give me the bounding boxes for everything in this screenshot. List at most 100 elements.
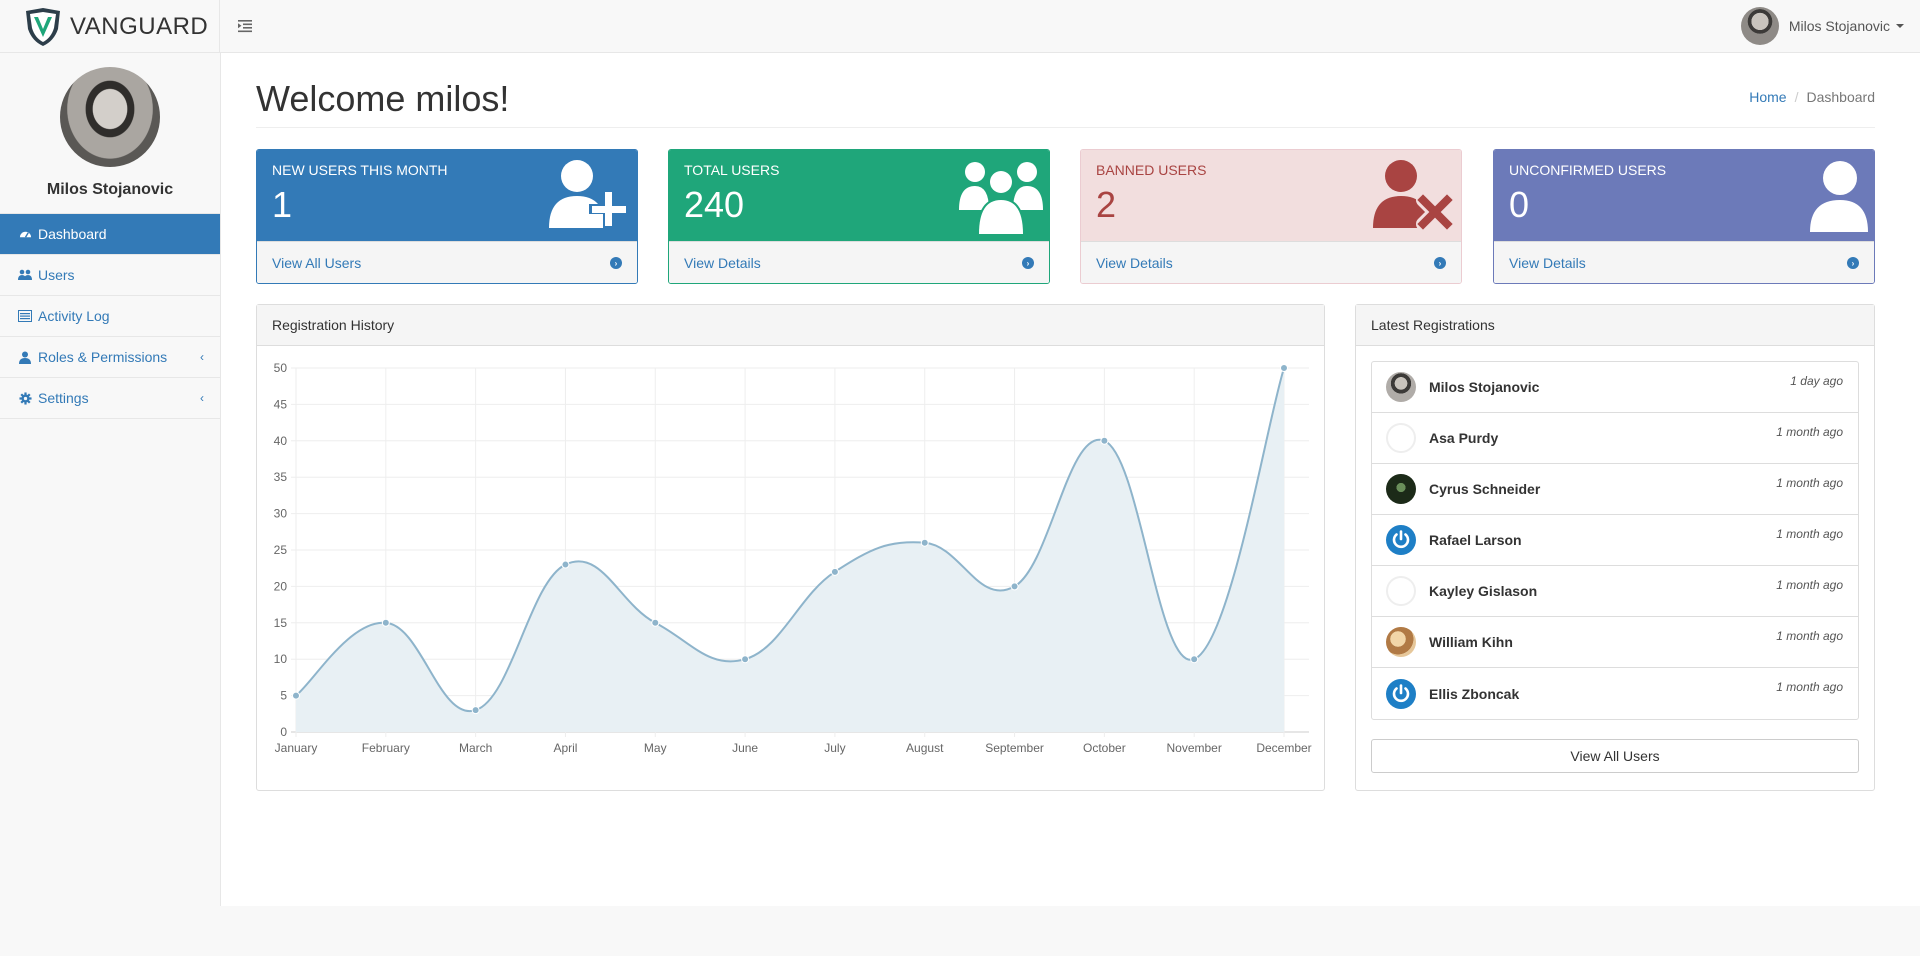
indent-icon[interactable] bbox=[236, 17, 254, 35]
data-point bbox=[1010, 582, 1019, 591]
avatar bbox=[1386, 474, 1416, 504]
list-item[interactable]: Milos Stojanovic 1 day ago bbox=[1372, 362, 1858, 413]
user-menu[interactable]: Milos Stojanovic bbox=[1740, 6, 1904, 46]
x-tick-label: August bbox=[906, 741, 944, 755]
registration-name: William Kihn bbox=[1429, 634, 1513, 650]
brand-name: VANGUARD bbox=[70, 12, 209, 40]
top-navbar: VANGUARD Milos Stojanovic bbox=[0, 0, 1920, 53]
card-link-label: View Details bbox=[1096, 255, 1173, 271]
data-point bbox=[741, 655, 750, 664]
user-icon bbox=[1810, 161, 1868, 232]
y-tick-label: 15 bbox=[274, 616, 288, 630]
sidebar-item-dashboard[interactable]: Dashboard bbox=[0, 214, 220, 255]
data-point bbox=[830, 567, 839, 576]
avatar bbox=[1740, 7, 1779, 45]
x-tick-label: February bbox=[362, 741, 410, 755]
list-item[interactable]: Kayley Gislason 1 month ago bbox=[1372, 566, 1858, 617]
data-point bbox=[1100, 436, 1109, 445]
y-tick-label: 30 bbox=[274, 507, 288, 521]
y-tick-label: 10 bbox=[274, 652, 288, 666]
sidebar-item-users[interactable]: Users bbox=[0, 255, 220, 296]
data-point bbox=[1190, 655, 1199, 664]
brand[interactable]: VANGUARD bbox=[0, 0, 220, 53]
breadcrumb-separator: / bbox=[1794, 89, 1799, 105]
card-link-label: View Details bbox=[1509, 255, 1586, 271]
dashboard-icon bbox=[18, 227, 32, 241]
y-tick-label: 50 bbox=[274, 361, 288, 375]
avatar bbox=[1386, 576, 1416, 606]
card-link-label: View All Users bbox=[272, 255, 362, 271]
y-tick-label: 0 bbox=[280, 725, 287, 739]
card-link-view-details[interactable]: View Details › bbox=[1081, 241, 1461, 283]
data-point bbox=[292, 691, 300, 700]
x-tick-label: December bbox=[1256, 741, 1311, 755]
page-title: Welcome milos! bbox=[256, 78, 510, 119]
y-tick-label: 5 bbox=[280, 689, 287, 703]
latest-registrations-panel: Latest Registrations Milos Stojanovic 1 … bbox=[1355, 304, 1875, 791]
user-menu-name: Milos Stojanovic bbox=[1788, 18, 1890, 34]
sidebar-item-label: Roles & Permissions bbox=[38, 349, 168, 365]
x-tick-label: November bbox=[1167, 741, 1222, 755]
view-all-users-button[interactable]: View All Users bbox=[1371, 739, 1859, 773]
y-tick-label: 20 bbox=[274, 579, 288, 593]
card-banned-users: BANNED USERS 2 View Details › bbox=[1080, 149, 1462, 284]
data-point bbox=[471, 706, 480, 715]
users-group-icon bbox=[959, 162, 1043, 234]
breadcrumb: Home / Dashboard bbox=[1749, 89, 1875, 105]
x-tick-label: January bbox=[275, 741, 318, 755]
caret-down-icon bbox=[1896, 24, 1904, 28]
registration-time: 1 month ago bbox=[1776, 527, 1843, 541]
sidebar-item-settings[interactable]: Settings ‹ bbox=[0, 378, 220, 419]
registration-history-chart: 0 5 10 15 20 25 30 35 40 45 50 January February March… bbox=[274, 361, 1312, 755]
breadcrumb-current: Dashboard bbox=[1806, 89, 1876, 105]
x-tick-label: September bbox=[985, 741, 1044, 755]
list-icon bbox=[18, 309, 32, 323]
y-tick-label: 35 bbox=[274, 470, 288, 484]
avatar bbox=[1386, 423, 1416, 453]
breadcrumb-home-link[interactable]: Home bbox=[1749, 89, 1786, 105]
x-tick-label: July bbox=[824, 741, 845, 755]
arrow-circle-right-icon: › bbox=[610, 257, 622, 269]
data-point bbox=[651, 618, 660, 627]
registration-time: 1 month ago bbox=[1776, 476, 1843, 490]
x-tick-label: June bbox=[732, 741, 758, 755]
y-tick-label: 45 bbox=[274, 397, 288, 411]
list-item[interactable]: Asa Purdy 1 month ago bbox=[1372, 413, 1858, 464]
list-item[interactable]: Cyrus Schneider 1 month ago bbox=[1372, 464, 1858, 515]
registration-history-panel: Registration History 0 5 10 15 20 25 30 35 40 45 5… bbox=[256, 304, 1325, 791]
card-total-users: TOTAL USERS 240 View Details › bbox=[668, 149, 1050, 284]
avatar bbox=[1386, 627, 1416, 657]
gear-icon bbox=[18, 391, 32, 405]
panel-heading: Registration History bbox=[257, 305, 1324, 346]
shield-logo-icon bbox=[26, 7, 60, 46]
registration-name: Milos Stojanovic bbox=[1429, 379, 1540, 395]
chevron-left-icon: ‹ bbox=[200, 350, 204, 364]
registration-name: Rafael Larson bbox=[1429, 532, 1522, 548]
card-link-view-all-users[interactable]: View All Users › bbox=[257, 241, 637, 283]
sidebar-item-label: Activity Log bbox=[38, 308, 110, 324]
card-unconfirmed-users: UNCONFIRMED USERS 0 View Details › bbox=[1493, 149, 1875, 284]
card-link-view-details[interactable]: View Details › bbox=[669, 241, 1049, 283]
title-divider bbox=[256, 127, 1875, 128]
registration-time: 1 month ago bbox=[1776, 629, 1843, 643]
user-banned-icon bbox=[1373, 160, 1454, 231]
profile-avatar[interactable] bbox=[60, 67, 160, 167]
list-item[interactable]: Ellis Zboncak 1 month ago bbox=[1372, 668, 1858, 719]
registration-time: 1 month ago bbox=[1776, 425, 1843, 439]
registration-name: Asa Purdy bbox=[1429, 430, 1499, 446]
arrow-circle-right-icon: › bbox=[1434, 257, 1446, 269]
x-tick-label: April bbox=[553, 741, 577, 755]
registration-time: 1 month ago bbox=[1776, 578, 1843, 592]
x-tick-label: October bbox=[1083, 741, 1126, 755]
registration-time: 1 month ago bbox=[1776, 680, 1843, 694]
y-tick-label: 25 bbox=[274, 543, 288, 557]
registration-name: Kayley Gislason bbox=[1429, 583, 1538, 599]
registration-time: 1 day ago bbox=[1790, 374, 1843, 388]
card-link-view-details[interactable]: View Details › bbox=[1494, 241, 1874, 283]
registration-name: Cyrus Schneider bbox=[1429, 481, 1541, 497]
list-item[interactable]: William Kihn 1 month ago bbox=[1372, 617, 1858, 668]
sidebar-item-roles-permissions[interactable]: Roles & Permissions ‹ bbox=[0, 337, 220, 378]
list-item[interactable]: Rafael Larson 1 month ago bbox=[1372, 515, 1858, 566]
sidebar-item-activity-log[interactable]: Activity Log bbox=[0, 296, 220, 337]
users-icon bbox=[18, 268, 32, 282]
